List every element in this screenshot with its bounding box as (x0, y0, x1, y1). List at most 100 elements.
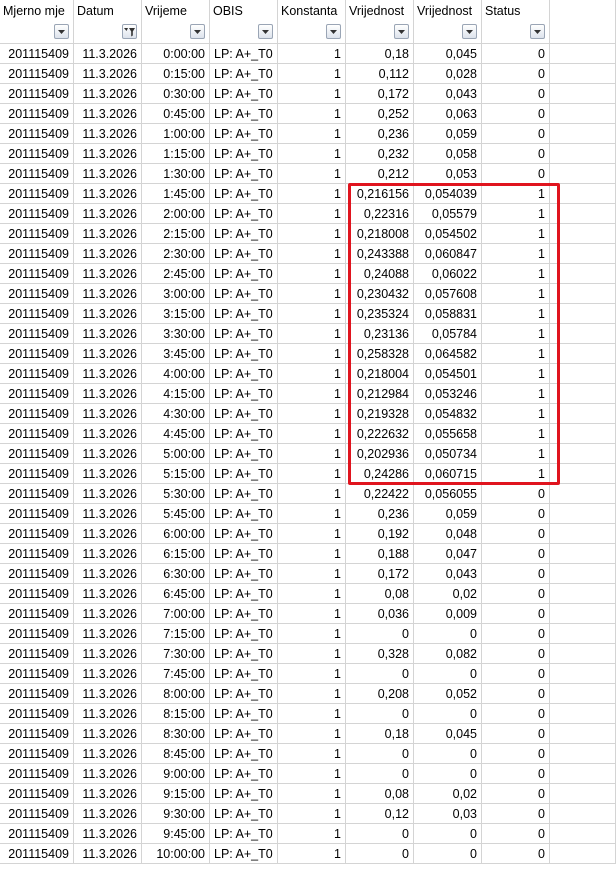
table-cell[interactable]: 0,053246 (414, 384, 482, 404)
table-cell[interactable]: 0,028 (414, 64, 482, 84)
table-cell[interactable]: 0,043 (414, 84, 482, 104)
table-cell[interactable]: 0,060847 (414, 244, 482, 264)
table-cell[interactable]: 11.3.2026 (74, 804, 142, 824)
table-cell[interactable]: 11.3.2026 (74, 664, 142, 684)
table-cell[interactable]: 1 (482, 284, 550, 304)
table-cell[interactable]: 3:00:00 (142, 284, 210, 304)
empty-cell[interactable] (550, 224, 616, 244)
table-cell[interactable]: 0,054501 (414, 364, 482, 384)
table-cell[interactable]: LP: A+_T0 (210, 424, 278, 444)
empty-cell[interactable] (550, 584, 616, 604)
table-cell[interactable]: 11.3.2026 (74, 424, 142, 444)
table-cell[interactable]: 201115409 (0, 744, 74, 764)
table-cell[interactable]: 6:15:00 (142, 544, 210, 564)
table-cell[interactable]: 0,172 (346, 84, 414, 104)
empty-cell[interactable] (550, 664, 616, 684)
table-cell[interactable]: 0 (346, 624, 414, 644)
table-cell[interactable]: 11.3.2026 (74, 184, 142, 204)
table-cell[interactable]: 11.3.2026 (74, 44, 142, 64)
table-cell[interactable]: 0,252 (346, 104, 414, 124)
table-cell[interactable]: 1 (278, 244, 346, 264)
table-cell[interactable]: 0 (482, 664, 550, 684)
table-cell[interactable]: 0 (482, 124, 550, 144)
table-cell[interactable]: 201115409 (0, 644, 74, 664)
table-cell[interactable]: 0 (482, 624, 550, 644)
column-header[interactable]: Status (482, 0, 550, 44)
table-cell[interactable]: 1 (278, 164, 346, 184)
table-cell[interactable]: 201115409 (0, 604, 74, 624)
table-cell[interactable]: 5:00:00 (142, 444, 210, 464)
table-cell[interactable]: 0,236 (346, 504, 414, 524)
table-cell[interactable]: 1 (278, 224, 346, 244)
table-cell[interactable]: 201115409 (0, 264, 74, 284)
table-cell[interactable]: 1 (278, 384, 346, 404)
table-cell[interactable]: 9:00:00 (142, 764, 210, 784)
table-cell[interactable]: 11.3.2026 (74, 84, 142, 104)
table-cell[interactable]: 201115409 (0, 504, 74, 524)
table-cell[interactable]: 1 (482, 184, 550, 204)
table-cell[interactable]: LP: A+_T0 (210, 444, 278, 464)
table-cell[interactable]: 0 (482, 824, 550, 844)
table-cell[interactable]: 1 (482, 244, 550, 264)
table-cell[interactable]: 11.3.2026 (74, 744, 142, 764)
filter-dropdown-icon[interactable] (190, 24, 205, 39)
table-cell[interactable]: 201115409 (0, 364, 74, 384)
table-cell[interactable]: 11.3.2026 (74, 624, 142, 644)
table-cell[interactable]: 4:30:00 (142, 404, 210, 424)
filter-dropdown-icon[interactable] (54, 24, 69, 39)
table-cell[interactable]: 0,03 (414, 804, 482, 824)
table-cell[interactable]: LP: A+_T0 (210, 224, 278, 244)
table-cell[interactable]: 201115409 (0, 124, 74, 144)
table-cell[interactable]: 1 (278, 124, 346, 144)
table-cell[interactable]: 1 (278, 844, 346, 864)
table-cell[interactable]: 0 (482, 584, 550, 604)
table-cell[interactable]: 1 (278, 584, 346, 604)
empty-cell[interactable] (550, 404, 616, 424)
table-cell[interactable]: 1 (278, 84, 346, 104)
table-cell[interactable]: 1 (482, 424, 550, 444)
table-cell[interactable]: 0,23136 (346, 324, 414, 344)
table-cell[interactable]: 1 (482, 364, 550, 384)
table-cell[interactable]: 201115409 (0, 324, 74, 344)
table-cell[interactable]: 8:45:00 (142, 744, 210, 764)
table-cell[interactable]: 0,048 (414, 524, 482, 544)
table-cell[interactable]: 201115409 (0, 804, 74, 824)
table-cell[interactable]: 201115409 (0, 664, 74, 684)
table-cell[interactable]: LP: A+_T0 (210, 724, 278, 744)
empty-cell[interactable] (550, 504, 616, 524)
table-cell[interactable]: 0 (482, 764, 550, 784)
table-cell[interactable]: 1 (278, 204, 346, 224)
table-cell[interactable]: 11.3.2026 (74, 704, 142, 724)
table-cell[interactable]: 11.3.2026 (74, 324, 142, 344)
empty-cell[interactable] (550, 444, 616, 464)
column-header[interactable]: Vrijednost (346, 0, 414, 44)
table-cell[interactable]: 0 (482, 724, 550, 744)
table-cell[interactable]: 8:00:00 (142, 684, 210, 704)
table-cell[interactable]: 11.3.2026 (74, 284, 142, 304)
table-cell[interactable]: 0 (482, 784, 550, 804)
table-cell[interactable]: 2:15:00 (142, 224, 210, 244)
table-cell[interactable]: LP: A+_T0 (210, 64, 278, 84)
table-cell[interactable]: 11.3.2026 (74, 144, 142, 164)
table-cell[interactable]: 0,236 (346, 124, 414, 144)
table-cell[interactable]: 0,056055 (414, 484, 482, 504)
table-cell[interactable]: 201115409 (0, 144, 74, 164)
table-cell[interactable]: 1 (278, 764, 346, 784)
table-cell[interactable]: 0 (482, 64, 550, 84)
table-cell[interactable]: LP: A+_T0 (210, 244, 278, 264)
table-cell[interactable]: 0,222632 (346, 424, 414, 444)
table-cell[interactable]: 6:00:00 (142, 524, 210, 544)
table-cell[interactable]: LP: A+_T0 (210, 144, 278, 164)
table-cell[interactable]: LP: A+_T0 (210, 284, 278, 304)
table-cell[interactable]: 0,08 (346, 584, 414, 604)
empty-cell[interactable] (550, 604, 616, 624)
table-cell[interactable]: 0 (482, 544, 550, 564)
table-cell[interactable]: 1 (278, 604, 346, 624)
table-cell[interactable]: 11.3.2026 (74, 584, 142, 604)
empty-cell[interactable] (550, 464, 616, 484)
table-cell[interactable]: LP: A+_T0 (210, 584, 278, 604)
table-cell[interactable]: 0 (482, 84, 550, 104)
table-cell[interactable]: LP: A+_T0 (210, 784, 278, 804)
table-cell[interactable]: 201115409 (0, 244, 74, 264)
table-cell[interactable]: LP: A+_T0 (210, 564, 278, 584)
